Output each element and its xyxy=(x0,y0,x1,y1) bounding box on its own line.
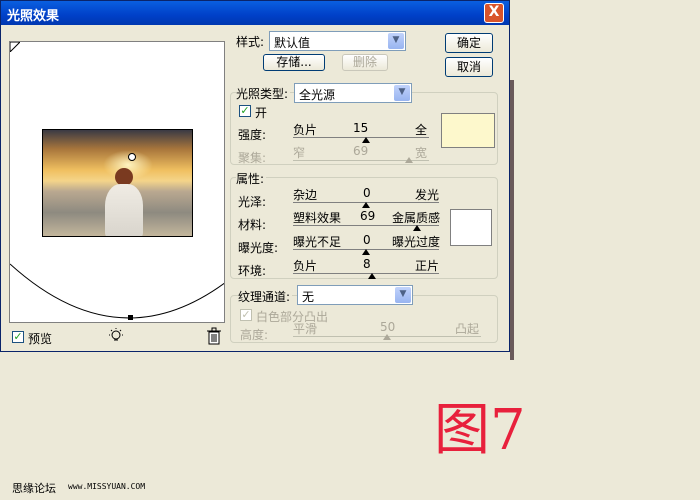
lighting-effects-dialog: 光照效果 X ✓ 预览 确定 取消 样式: 默认值 ▼ 存储... 删除 光照类… xyxy=(0,0,510,352)
intensity-label: 强度: xyxy=(238,128,267,142)
gloss-slider-thumb[interactable] xyxy=(362,202,370,208)
delete-button: 删除 xyxy=(342,54,388,71)
style-select[interactable]: 默认值 ▼ xyxy=(269,31,406,51)
footer-site-name: 思缘论坛 xyxy=(12,482,56,495)
title-bar[interactable]: 光照效果 X xyxy=(1,1,509,25)
light-color-swatch[interactable] xyxy=(441,113,495,148)
exposure-max-label: 曝光过度 xyxy=(392,235,441,249)
style-select-value: 默认值 xyxy=(274,36,311,50)
material-value: 69 xyxy=(360,209,376,223)
height-slider-thumb xyxy=(383,334,391,340)
light-type-select-value: 全光源 xyxy=(299,88,336,102)
texture-channel-select[interactable]: 无 ▼ xyxy=(297,285,413,305)
footer-url: www.MISSYUAN.COM xyxy=(68,482,146,491)
light-on-checkbox[interactable]: ✓ xyxy=(239,105,251,117)
preview-area[interactable] xyxy=(9,41,225,323)
ambience-max-label: 正片 xyxy=(415,259,440,273)
light-ellipse[interactable] xyxy=(10,42,225,323)
trash-icon[interactable] xyxy=(206,327,222,345)
intensity-value: 15 xyxy=(353,121,369,135)
cancel-button[interactable]: 取消 xyxy=(445,57,493,77)
texture-channel-label: 纹理通道: xyxy=(238,288,293,305)
height-value: 50 xyxy=(380,320,396,334)
focus-label: 聚集: xyxy=(238,151,267,165)
ambience-min-label: 负片 xyxy=(293,259,318,273)
focus-min-label: 窄 xyxy=(293,146,306,160)
close-button[interactable]: X xyxy=(484,3,504,23)
material-label: 材料: xyxy=(238,218,267,232)
figure-label: 图7 xyxy=(434,398,526,463)
chevron-down-icon: ▼ xyxy=(394,85,410,101)
material-slider-thumb[interactable] xyxy=(413,225,422,231)
white-high-checkbox: ✓ xyxy=(240,308,252,321)
lightbulb-icon[interactable] xyxy=(107,327,125,345)
gloss-min-label: 杂边 xyxy=(293,188,318,202)
exposure-label: 曝光度: xyxy=(238,241,279,255)
ambience-slider-thumb[interactable] xyxy=(367,273,376,279)
ok-button[interactable]: 确定 xyxy=(445,33,493,53)
ambient-color-swatch[interactable] xyxy=(450,209,492,246)
light-type-select[interactable]: 全光源 ▼ xyxy=(294,83,412,103)
chevron-down-icon: ▼ xyxy=(388,33,404,49)
intensity-max-label: 全 xyxy=(415,123,428,137)
intensity-min-label: 负片 xyxy=(293,123,318,137)
material-min-label: 塑料效果 xyxy=(293,211,342,225)
gloss-max-label: 发光 xyxy=(415,188,440,202)
focus-value: 69 xyxy=(353,144,369,158)
exposure-min-label: 曝光不足 xyxy=(293,235,342,249)
ambience-value: 8 xyxy=(363,257,371,271)
material-max-label: 金属质感 xyxy=(392,211,441,225)
focus-max-label: 宽 xyxy=(415,146,428,160)
chevron-down-icon: ▼ xyxy=(395,287,411,303)
properties-label: 属性: xyxy=(236,170,267,187)
texture-channel-value: 无 xyxy=(302,290,315,304)
gloss-label: 光泽: xyxy=(238,195,267,209)
exposure-slider-thumb[interactable] xyxy=(362,249,370,255)
window-title: 光照效果 xyxy=(7,9,60,24)
intensity-slider-thumb[interactable] xyxy=(362,137,371,143)
white-high-label: 白色部分凸出 xyxy=(256,310,329,324)
light-on-label: 开 xyxy=(255,106,268,120)
preview-label: 预览 xyxy=(28,332,53,346)
focus-slider-thumb xyxy=(404,157,413,163)
ambience-label: 环境: xyxy=(238,264,267,278)
intensity-slider-track[interactable] xyxy=(293,137,429,138)
gloss-value: 0 xyxy=(363,186,371,200)
height-max-label: 凸起 xyxy=(455,322,480,336)
height-min-label: 平滑 xyxy=(293,322,318,336)
preview-checkbox[interactable]: ✓ xyxy=(12,331,24,343)
height-label: 高度: xyxy=(240,328,269,342)
exposure-value: 0 xyxy=(363,233,371,247)
light-type-label: 光照类型: xyxy=(236,85,291,102)
save-button[interactable]: 存储... xyxy=(263,54,325,71)
ambience-slider-track[interactable] xyxy=(293,273,439,274)
background-edge xyxy=(510,80,514,360)
style-label: 样式: xyxy=(236,35,265,49)
